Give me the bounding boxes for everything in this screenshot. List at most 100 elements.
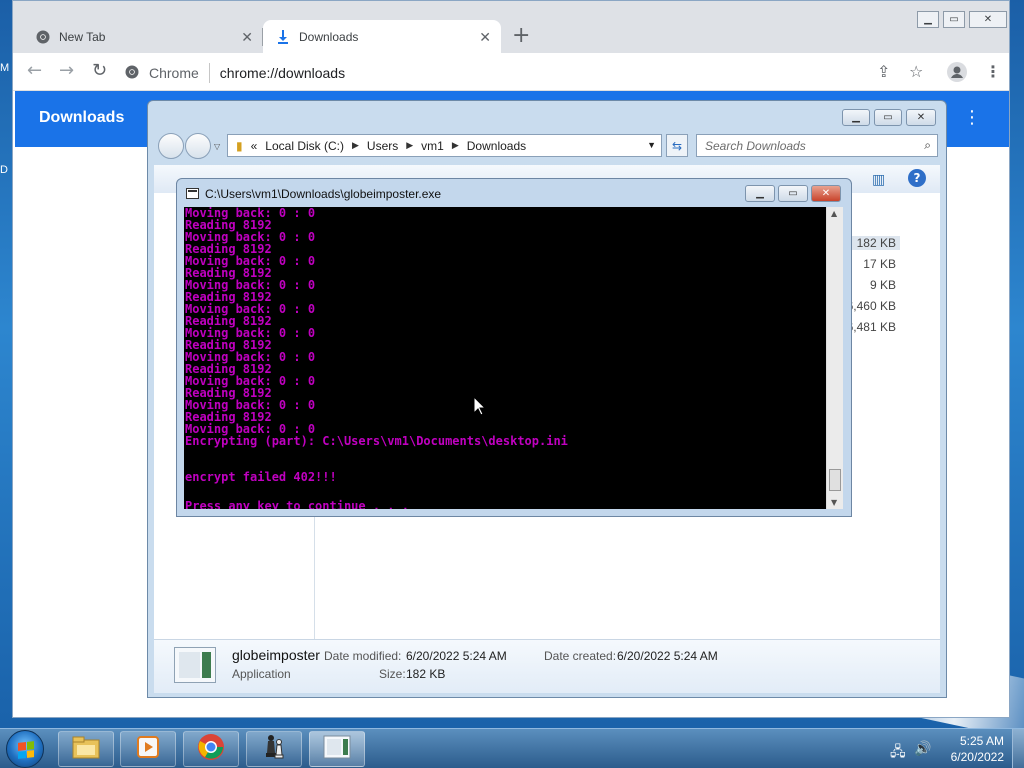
address-bar[interactable]: ▮ « Local Disk (C:) ▶ Users ▶ vm1 ▶ Down… — [227, 134, 662, 157]
help-icon[interactable]: ? — [908, 169, 926, 187]
windows-logo-icon — [18, 741, 34, 759]
breadcrumb-users[interactable]: Users — [367, 139, 398, 153]
search-icon: ⌕ — [924, 138, 931, 152]
minimize-button[interactable]: ▁ — [842, 109, 870, 126]
chevron-right-icon[interactable]: ▶ — [406, 140, 413, 151]
tab-label: Downloads — [299, 30, 359, 44]
media-player-icon — [135, 734, 161, 764]
taskbar-media-player[interactable] — [120, 731, 176, 767]
breadcrumb-vm1[interactable]: vm1 — [421, 139, 444, 153]
chess-icon — [263, 733, 285, 765]
forward-arrow-icon[interactable]: → — [59, 61, 74, 81]
minimize-button[interactable]: ▁ — [745, 185, 775, 202]
search-input[interactable]: Search Downloads ⌕ — [696, 134, 938, 157]
explorer-icon — [71, 734, 101, 764]
taskbar-console-app[interactable] — [309, 731, 365, 767]
folder-icon: ▮ — [236, 138, 243, 153]
preview-pane-icon[interactable]: ▥ — [872, 172, 885, 188]
scroll-thumb[interactable] — [829, 469, 841, 491]
tab-downloads[interactable]: Downloads ✕ — [263, 20, 501, 54]
new-tab-button[interactable]: + — [512, 25, 530, 47]
omnibox-url[interactable]: chrome://downloads — [220, 65, 345, 81]
minimize-button[interactable]: ▁ — [917, 11, 939, 28]
close-window-button[interactable]: ✕ — [811, 185, 841, 202]
reload-icon[interactable]: ↻ — [92, 61, 107, 81]
console-title: C:\Users\vm1\Downloads\globeimposter.exe — [205, 187, 442, 201]
console-app-icon — [323, 735, 351, 763]
date-modified-value: 6/20/2022 5:24 AM — [406, 649, 507, 663]
omnibox[interactable]: Chrome chrome://downloads — [125, 58, 905, 88]
start-button[interactable] — [6, 730, 44, 768]
chrome-toolbar: ← → ↻ Chrome chrome://downloads ⇪ ☆ ⋮ — [13, 53, 1009, 91]
back-button[interactable] — [158, 133, 184, 159]
close-window-button[interactable]: ✕ — [906, 109, 936, 126]
chrome-icon — [197, 733, 225, 765]
console-line: Encrypting (part): C:\Users\vm1\Document… — [185, 434, 568, 448]
scroll-up-icon[interactable]: ▲ — [831, 209, 837, 218]
volume-icon[interactable]: 🔊 — [914, 741, 931, 757]
share-icon[interactable]: ⇪ — [877, 62, 890, 81]
mouse-pointer-icon — [473, 395, 487, 420]
console-line: encrypt failed 402!!! — [185, 470, 337, 484]
file-name: globeimposter — [232, 647, 320, 663]
console-scrollbar[interactable]: ▲ ▼ — [826, 207, 843, 509]
maximize-button[interactable]: ▭ — [943, 11, 965, 28]
tab-label: New Tab — [59, 30, 106, 44]
date-created-label: Date created: — [544, 649, 617, 663]
tab-new-tab[interactable]: New Tab ✕ — [23, 20, 263, 54]
console-window-controls: ▁ ▭ ✕ — [745, 185, 841, 202]
date-created-value: 6/20/2022 5:24 AM — [617, 649, 718, 663]
omnibox-divider — [208, 63, 210, 83]
scroll-down-icon[interactable]: ▼ — [831, 498, 837, 507]
desktop-icon-label-1[interactable]: M — [0, 62, 9, 74]
bookmark-star-icon[interactable]: ☆ — [909, 62, 923, 81]
details-pane: globeimposter Application Date modified:… — [154, 639, 940, 693]
clock-date: 6/20/2022 — [950, 750, 1004, 764]
application-icon — [174, 647, 216, 683]
taskbar-chess[interactable] — [246, 731, 302, 767]
forward-button[interactable] — [185, 133, 211, 159]
date-modified-label: Date modified: — [324, 649, 402, 663]
taskbar-explorer[interactable] — [58, 731, 114, 767]
breadcrumb-prefix[interactable]: « — [251, 139, 258, 153]
maximize-button[interactable]: ▭ — [778, 185, 808, 202]
show-desktop-button[interactable] — [1012, 729, 1024, 768]
explorer-nav-buttons: ▽ — [158, 133, 220, 159]
breadcrumb-local-disk[interactable]: Local Disk (C:) — [265, 139, 344, 153]
taskbar: 🖧 🔊 5:25 AM 6/20/2022 — [0, 728, 1024, 768]
console-lines: Moving back: 0 : 0 Reading 8192 Moving bac… — [185, 207, 568, 509]
download-icon — [275, 29, 291, 45]
file-type: Application — [232, 667, 291, 681]
chrome-menu-icon[interactable]: ⋮ — [985, 62, 1001, 81]
back-arrow-icon[interactable]: ← — [27, 61, 42, 81]
console-window: C:\Users\vm1\Downloads\globeimposter.exe… — [176, 178, 852, 517]
chevron-right-icon[interactable]: ▶ — [352, 140, 359, 151]
chrome-logo-icon — [125, 65, 139, 82]
downloads-menu-icon[interactable]: ⋮ — [963, 107, 981, 128]
omnibox-site-label: Chrome — [149, 65, 199, 81]
breadcrumb-downloads[interactable]: Downloads — [467, 139, 526, 153]
search-placeholder: Search Downloads — [705, 138, 806, 153]
desktop-icon-label-2[interactable]: D — [0, 164, 8, 176]
console-line: Press any key to continue . . . — [185, 499, 417, 509]
console-output[interactable]: Moving back: 0 : 0 Reading 8192 Moving bac… — [184, 207, 826, 509]
tab-strip: New Tab ✕ Downloads ✕ + ▁ ▭ ✕ — [13, 1, 1009, 54]
chevron-down-icon[interactable]: ▼ — [647, 140, 656, 150]
maximize-button[interactable]: ▭ — [874, 109, 902, 126]
refresh-button[interactable]: ⇆ — [666, 134, 688, 157]
taskbar-chrome[interactable] — [183, 731, 239, 767]
explorer-window-controls: ▁ ▭ ✕ — [842, 109, 936, 126]
close-tab-icon[interactable]: ✕ — [479, 29, 491, 46]
system-clock[interactable]: 5:25 AM 6/20/2022 — [951, 733, 1004, 765]
size-value: 182 KB — [406, 667, 446, 681]
close-tab-icon[interactable]: ✕ — [241, 29, 253, 46]
page-title: Downloads — [39, 109, 125, 126]
chevron-right-icon[interactable]: ▶ — [452, 140, 459, 151]
size-label: Size: — [379, 667, 406, 681]
network-icon[interactable]: 🖧 — [890, 741, 906, 765]
profile-avatar-icon[interactable] — [947, 62, 967, 86]
recent-locations-icon[interactable]: ▽ — [214, 142, 220, 151]
close-window-button[interactable]: ✕ — [969, 11, 1007, 28]
